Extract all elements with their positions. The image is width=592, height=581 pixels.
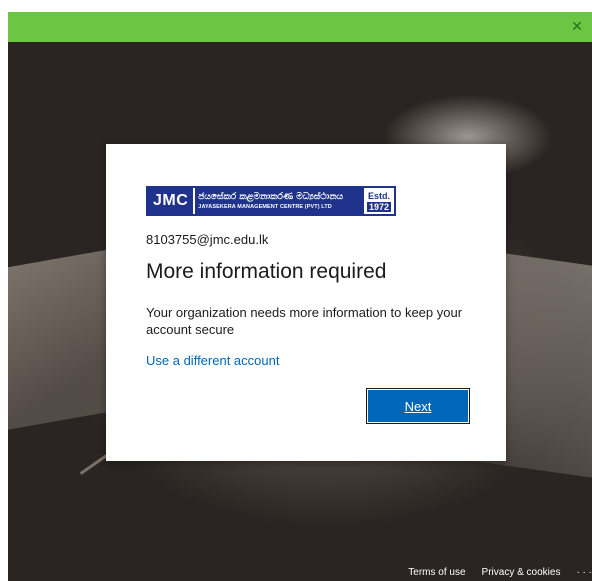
sign-in-window: ✕ JMC ජයසේකර කළමනාකරණ මධ්‍යස්ථානය JAYASE…: [0, 0, 592, 581]
logo-established-badge: Estd. 1972: [364, 188, 394, 214]
title-bar: ✕: [8, 12, 592, 42]
privacy-cookies-link[interactable]: Privacy & cookies: [482, 567, 561, 578]
next-button[interactable]: Next: [368, 390, 468, 422]
footer: Terms of use Privacy & cookies · · ·: [8, 563, 592, 581]
more-options-icon[interactable]: · · ·: [576, 567, 592, 578]
account-email: 8103755@jmc.edu.lk: [146, 232, 269, 247]
logo-english-name: JAYASEKERA MANAGEMENT CENTRE (PVT) LTD: [198, 203, 332, 210]
terms-of-use-link[interactable]: Terms of use: [408, 567, 465, 578]
page-title: More information required: [146, 260, 387, 283]
logo-name-block: ජයසේකර කළමනාකරණ මධ්‍යස්ථානය JAYASEKERA M…: [193, 188, 364, 214]
logo-abbrev: JMC: [148, 188, 194, 214]
logo-estd-year: 1972: [366, 201, 392, 212]
sign-in-card: JMC ජයසේකර කළමනාකරණ මධ්‍යස්ථානය JAYASEKE…: [106, 144, 506, 461]
logo-sinhala-name: ජයසේකර කළමනාකරණ මධ්‍යස්ථානය: [198, 191, 344, 202]
close-icon[interactable]: ✕: [562, 12, 592, 42]
info-description: Your organization needs more information…: [146, 305, 463, 337]
organization-logo: JMC ජයසේකර කළමනාකරණ මධ්‍යස්ථානය JAYASEKE…: [146, 186, 396, 216]
use-different-account-link[interactable]: Use a different account: [146, 353, 279, 368]
logo-estd-label: Estd.: [367, 190, 390, 201]
